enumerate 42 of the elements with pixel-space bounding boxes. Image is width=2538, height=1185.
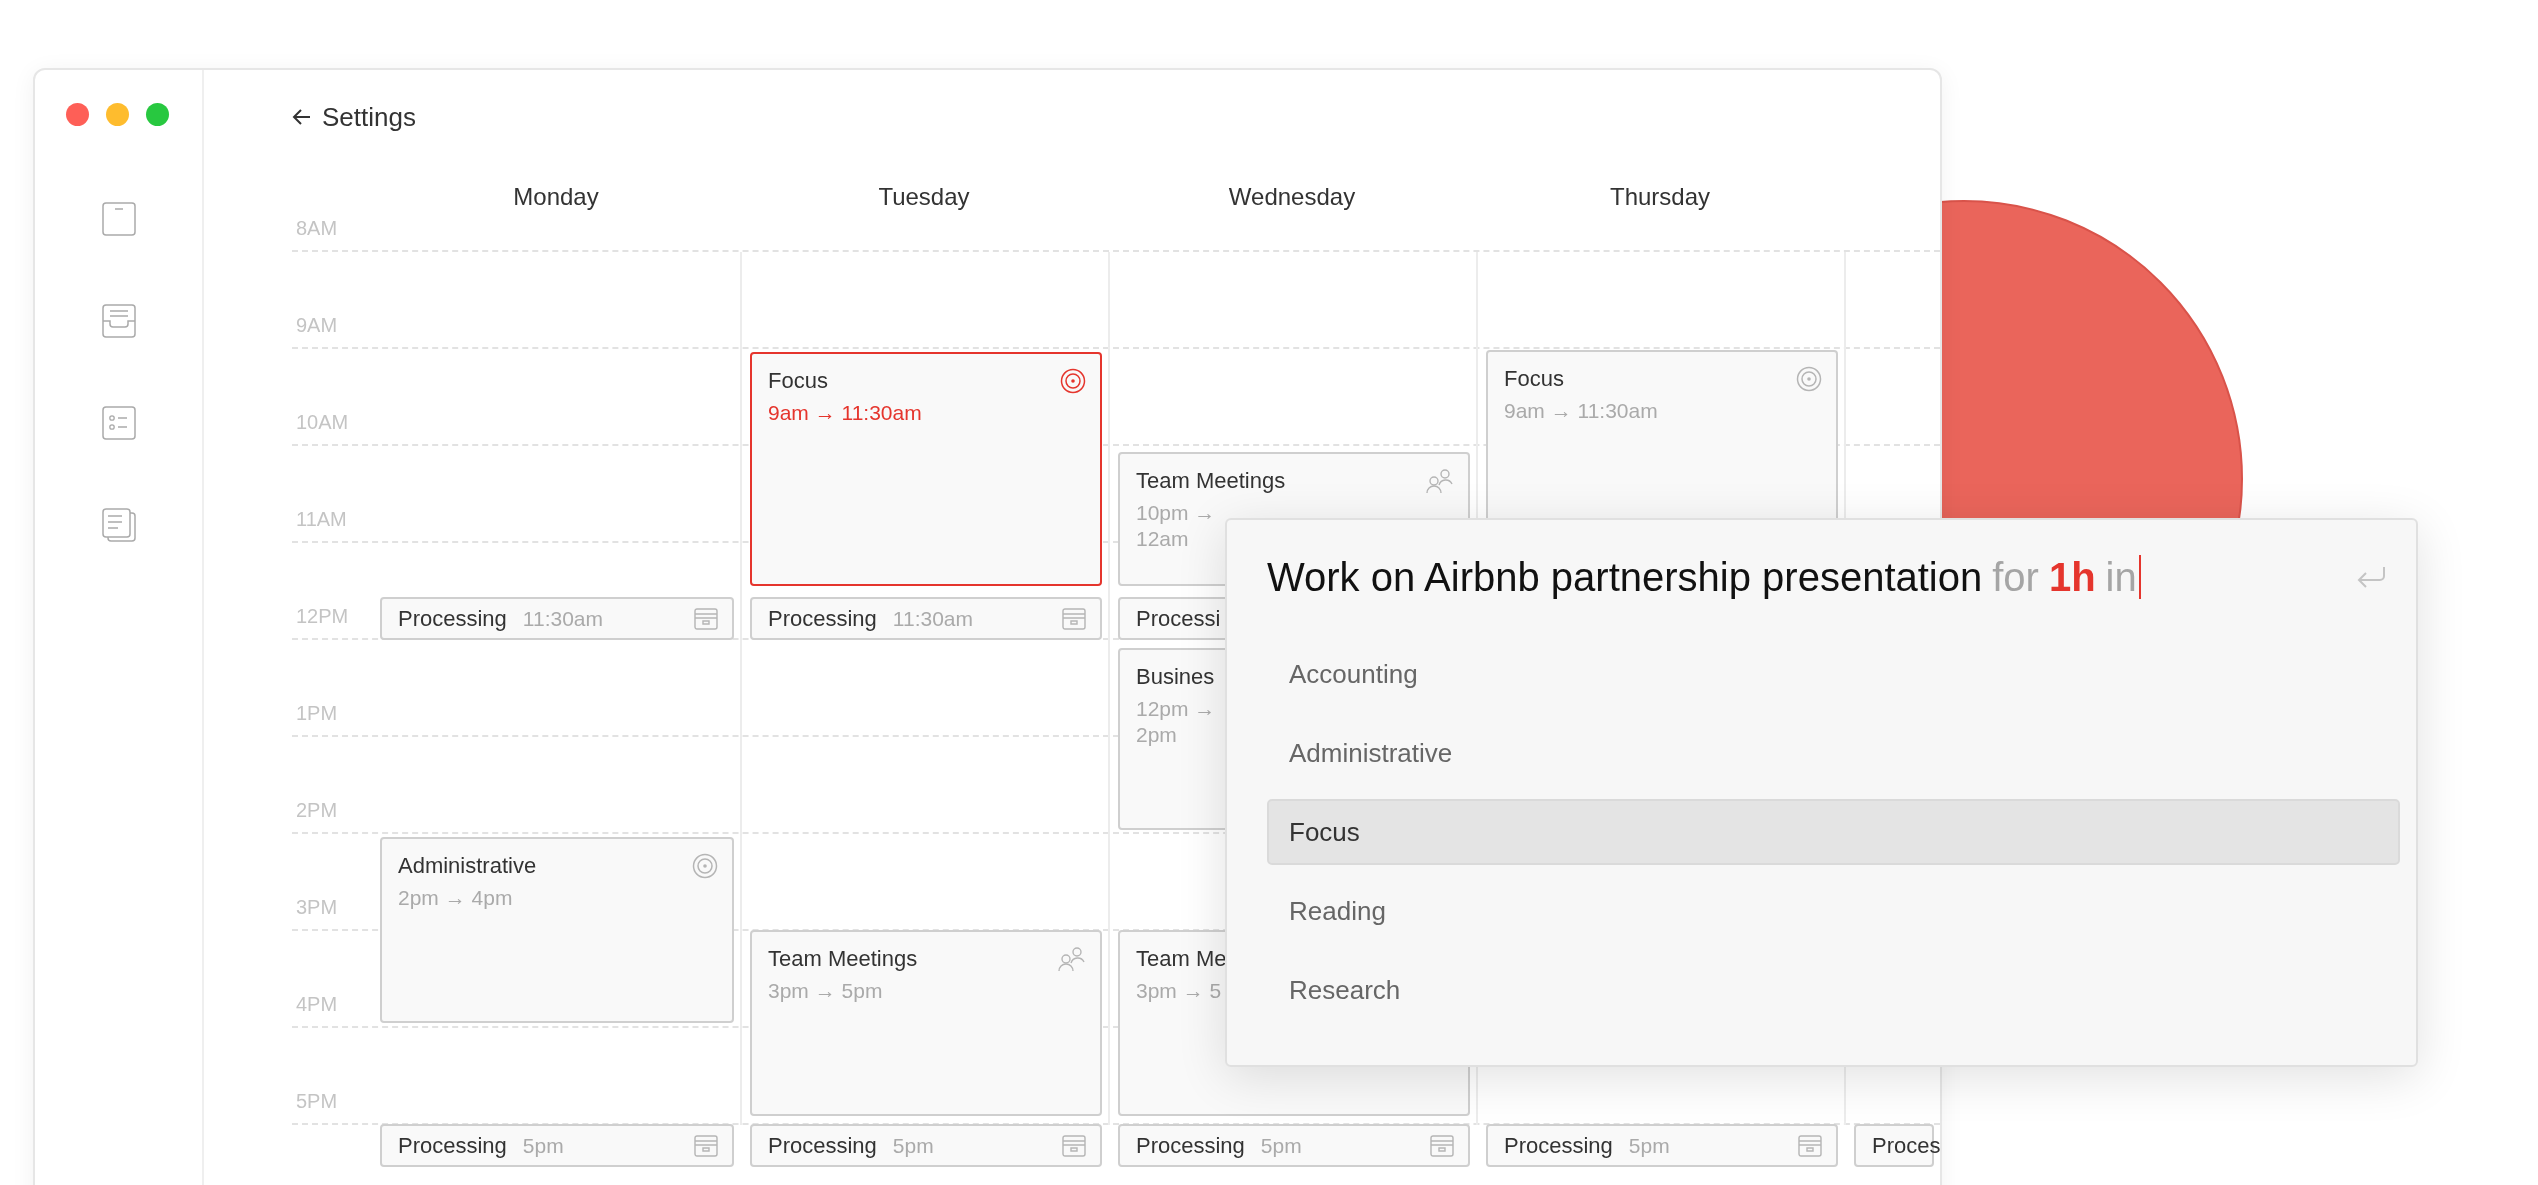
hour-label: 4PM bbox=[295, 993, 338, 1017]
hour-label: 9AM bbox=[295, 314, 338, 338]
event-time: 3pm → 5 bbox=[1136, 978, 1222, 1004]
event-title: Processi bbox=[1136, 605, 1221, 632]
hour-label: 11AM bbox=[295, 508, 347, 532]
event-title: Processing bbox=[768, 605, 877, 632]
day-header: Thursday bbox=[1609, 183, 1710, 211]
event-title: Processing bbox=[1136, 1132, 1245, 1159]
event-time: 5pm bbox=[892, 1133, 934, 1158]
event-time: 3pm → 5pm bbox=[768, 978, 883, 1004]
event-time: 10pm → 12am bbox=[1136, 500, 1216, 553]
event-title: Administrative bbox=[398, 853, 537, 879]
hour-label: 1PM bbox=[295, 702, 338, 726]
event-time: 9am → 11:30am bbox=[1504, 398, 1658, 424]
day-header: Tuesday bbox=[878, 183, 970, 211]
hour-label: 2PM bbox=[295, 799, 338, 823]
event-title: Focus bbox=[768, 368, 828, 394]
event-title: Team Meetings bbox=[768, 946, 918, 972]
event-time: 5pm bbox=[1628, 1133, 1670, 1158]
hour-label: 3PM bbox=[295, 896, 338, 920]
day-header: Wednesday bbox=[1228, 183, 1356, 211]
event-time: 11:30am bbox=[522, 606, 603, 631]
event-title: Processing bbox=[398, 605, 507, 632]
event-title: Team Meetings bbox=[1136, 468, 1286, 494]
day-header: Monday bbox=[513, 183, 599, 211]
event-title: Focus bbox=[1504, 366, 1564, 392]
event-time: 9am → 11:30am bbox=[768, 400, 922, 426]
hour-label: 8AM bbox=[295, 217, 338, 241]
event-title: Processing bbox=[768, 1132, 877, 1159]
hour-label: 5PM bbox=[295, 1090, 338, 1114]
event-time: 5pm bbox=[522, 1133, 564, 1158]
event-time: 5pm bbox=[1260, 1133, 1302, 1158]
event-title: Busines bbox=[1136, 664, 1215, 690]
event-title: Processing bbox=[1504, 1132, 1613, 1159]
event-time: 11:30am bbox=[892, 606, 973, 631]
event-title: Proces bbox=[1872, 1132, 1940, 1159]
event-time: 2pm → 4pm bbox=[398, 885, 513, 911]
hour-label: 12PM bbox=[295, 605, 349, 629]
event-title: Team Me bbox=[1136, 946, 1227, 972]
event-title: Processing bbox=[398, 1132, 507, 1159]
hour-label: 10AM bbox=[295, 411, 349, 435]
event-time: 12pm → 2pm bbox=[1136, 696, 1216, 749]
